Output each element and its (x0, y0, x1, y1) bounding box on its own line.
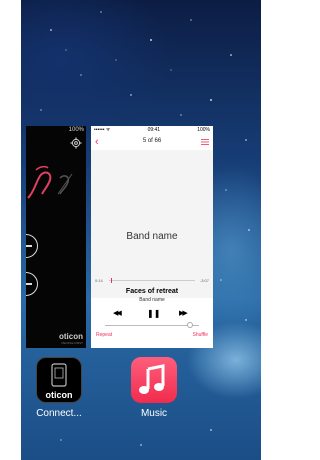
track-list-icon[interactable] (201, 139, 209, 145)
song-artist: Band name (139, 297, 165, 303)
carrier-signal: •••••• ᯤ (94, 127, 111, 133)
forward-icon[interactable]: ▶▶ (179, 308, 188, 320)
oticon-app-card[interactable]: 100% oticon PEOPLE FIRST (26, 126, 86, 348)
status-battery: 100% (197, 127, 210, 133)
oticon-tagline: PEOPLE FIRST (61, 341, 83, 345)
volume-down-control[interactable] (26, 234, 38, 258)
oticon-logo: oticon (59, 332, 83, 341)
volume-knob[interactable] (187, 322, 193, 328)
remaining-time: -3:07 (199, 278, 209, 283)
track-counter: 5 of 66 (142, 138, 162, 144)
pause-icon[interactable]: ❚❚ (147, 308, 160, 320)
music-app-card[interactable]: •••••• ᯤ 09:41 100% ‹ 5 of 66 Band name … (91, 126, 213, 348)
oticon-connect-icon[interactable]: oticon (36, 357, 82, 403)
music-nav-bar: ‹ 5 of 66 (91, 134, 213, 151)
program-control[interactable] (26, 272, 38, 296)
phone-remote-glyph: oticon (46, 363, 73, 400)
music-note-glyph (139, 364, 165, 394)
app-label-connect: Connect... (36, 408, 82, 419)
music-note-icon[interactable] (131, 357, 177, 403)
left-card-status-bar: 100% (28, 127, 84, 133)
playback-controls: ◀◀ ❚❚ ▶▶ (91, 308, 213, 320)
progress-bar[interactable]: 0:14 -3:07 (95, 278, 209, 286)
hearing-aid-icon (27, 165, 73, 199)
progress-track[interactable] (109, 278, 195, 283)
album-band-name: Band name (126, 231, 178, 242)
music-status-bar: •••••• ᯤ 09:41 100% (91, 126, 213, 134)
left-status-battery: 100% (68, 127, 84, 133)
status-time: 09:41 (147, 127, 161, 133)
app-switcher-screen: 100% oticon PEOPLE FIRST •••••• ᯤ 09:41 … (21, 0, 261, 460)
rewind-icon[interactable]: ◀◀ (113, 308, 122, 320)
elapsed-time: 0:14 (95, 278, 103, 283)
album-artwork: Band name (91, 150, 213, 298)
shuffle-button[interactable]: Shuffle (193, 332, 208, 338)
oticon-icon-label: oticon (46, 390, 73, 400)
progress-knob[interactable] (111, 278, 112, 283)
song-title: Faces of retreat (125, 288, 179, 295)
volume-slider[interactable] (99, 322, 205, 328)
repeat-button[interactable]: Repeat (96, 332, 112, 338)
app-label-music: Music (140, 408, 168, 419)
gear-icon[interactable] (70, 137, 82, 149)
volume-track[interactable] (105, 325, 199, 326)
